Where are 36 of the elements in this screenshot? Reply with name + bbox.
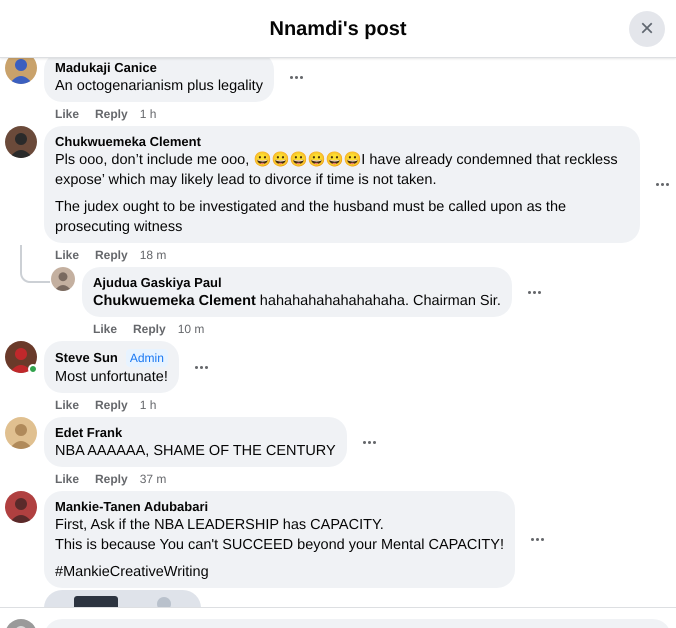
- thread-line: [20, 245, 50, 283]
- comment-action-link[interactable]: Reply: [95, 106, 128, 122]
- comment-action-link[interactable]: Reply: [95, 247, 128, 263]
- comment-text: #MankieCreativeWriting: [55, 563, 210, 582]
- comment-text: NBA AAAAAA, SHAME OF THE CENTURY: [55, 442, 336, 461]
- comment-time[interactable]: 37 m: [140, 471, 166, 487]
- comment-text: An octogenarianism plus legality: [55, 77, 263, 96]
- comment-text: Most unfortunate!: [55, 368, 168, 387]
- comment-action-link[interactable]: Reply: [95, 397, 128, 413]
- author-name[interactable]: Madukaji Canice: [55, 60, 157, 76]
- comment-action-link[interactable]: Like: [55, 247, 80, 263]
- comment-action-link[interactable]: Like: [55, 397, 80, 413]
- author-name[interactable]: Chukwuemeka Clement: [55, 134, 201, 150]
- comment-time[interactable]: 1 h: [140, 397, 156, 413]
- author-name[interactable]: Steve Sun: [55, 350, 118, 366]
- comment-action-link[interactable]: Like: [93, 321, 118, 337]
- author-name[interactable]: Edet Frank: [55, 425, 122, 441]
- comment-time[interactable]: 1 h: [140, 106, 156, 122]
- comment-text: First, Ask if the NBA LEADERSHIP has CAPACITY. This is because You can't SUCCEED beyond your Mental CAPACITY!: [55, 516, 504, 555]
- comment-action-link[interactable]: Like: [55, 471, 80, 487]
- comment-text: Pls ooo, don’t include me ooo, 😀😀😀😀😀😀I have already condemned that reckless expose’ which may likely lead to divorce if time is not taken.: [55, 150, 619, 190]
- close-button[interactable]: ×: [629, 11, 665, 47]
- avatar[interactable]: [5, 126, 37, 158]
- admin-badge: Admin: [126, 349, 168, 367]
- comment-time[interactable]: 18 m: [140, 247, 166, 263]
- avatar[interactable]: [5, 491, 37, 523]
- comment-time[interactable]: 10 m: [178, 321, 204, 337]
- author-name[interactable]: Ajudua Gaskiya Paul: [93, 275, 222, 291]
- comment-action-link[interactable]: Reply: [133, 321, 166, 337]
- comment-text: The judex ought to be investigated and the husband must be called upon as the prosecuting witness: [55, 198, 568, 237]
- dialog-title: Nnamdi's post: [270, 16, 406, 42]
- comment-text: Chukwuemeka Clement hahahahahahahahaha. Chairman Sir.: [93, 292, 501, 311]
- comment-action-link[interactable]: Reply: [95, 471, 128, 487]
- comment-action-link[interactable]: Like: [55, 106, 80, 122]
- author-name[interactable]: Mankie-Tanen Adubabari: [55, 499, 208, 515]
- avatar[interactable]: [5, 341, 37, 373]
